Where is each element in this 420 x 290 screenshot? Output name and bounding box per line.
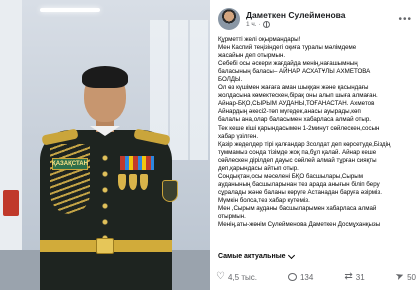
post-text-line: туммамыз сонда тізімде жоқ па,бұл қалай.… [218, 148, 377, 156]
post-text-line: Мүмкін болса,тез хабар кутеміз. [218, 196, 310, 204]
share-count: 31 [355, 272, 365, 282]
comment-count: 134 [299, 272, 314, 282]
comment-button[interactable]: 134 [287, 272, 314, 282]
post-text-line: Мен ,Сырым ауданы басшыларымен хабарласа… [218, 204, 377, 212]
globe-icon [262, 20, 270, 28]
wall [0, 0, 22, 290]
ceiling-light [40, 8, 100, 12]
comments-sort-dropdown[interactable]: Самые актуальные [218, 251, 295, 260]
send-button[interactable]: ➤ 50 [393, 269, 416, 284]
post-text-line: отырмын. [218, 213, 246, 221]
soldier-figure: ҚАЗАҚСТАН [22, 40, 192, 290]
sleeve-badge [162, 180, 178, 202]
ribbon-bar [120, 156, 154, 170]
post-actions: ♡ 4,5 тыс. 134 ⇄ 31 ➤ 50 [216, 268, 416, 286]
post-header: Даметкен Сулейменова 1 ч. · ••• [218, 6, 412, 32]
post-text-line: жасайын деп отырмын. [218, 52, 286, 60]
share-button[interactable]: ⇄ 31 [344, 272, 364, 282]
chevron-down-icon [287, 251, 295, 259]
post-meta: 1 ч. · [246, 20, 398, 29]
post-text-line: Ол өз күшімен жағаға аман шыққан және қа… [218, 84, 369, 92]
fire-extinguisher [3, 190, 19, 216]
separator-dot: · [258, 20, 261, 28]
medals [118, 174, 158, 192]
post-text-line: Қазір жеделдер тірі қалғандар 3солдат де… [218, 140, 391, 148]
post-text-line: сөйлескен дірілдеп дауыс сөйлей алмай тұ… [218, 156, 377, 164]
post-text-line: Мен Каспий теңізіндегі оқиға туралы мәлі… [218, 44, 357, 52]
author-block: Даметкен Сулейменова 1 ч. · [246, 10, 398, 29]
post-text-line: жолдасына көмектескен,бірақ оны алып шығ… [218, 92, 378, 100]
belt-buckle [96, 238, 114, 254]
post-text-line: ауданының басшыларынан тез арада анығын … [218, 180, 380, 188]
post-text-line: Құрметті желі оқырмандары! [218, 36, 301, 43]
send-count: 50 [407, 272, 416, 282]
more-icon[interactable]: ••• [398, 14, 412, 25]
medal [140, 174, 148, 190]
post-text-line: хабар үзілген. [218, 132, 259, 140]
post-panel: Даметкен Сулейменова 1 ч. · ••• Құрметті… [212, 0, 420, 290]
post-text-line: баласының баласы– АЙНАР АСХАТҰЛЫ АХМЕТОВ… [218, 68, 371, 76]
post-text: Құрметті желі оқырмандары! Мен Каспий тең… [218, 36, 412, 229]
jacket-buttons [102, 150, 108, 240]
send-icon: ➤ [393, 269, 406, 284]
hair [82, 66, 128, 88]
like-count: 4,5 тыс. [227, 272, 257, 282]
avatar[interactable] [218, 8, 240, 30]
post-photo[interactable]: ҚАЗАҚСТАН [0, 0, 210, 290]
post-text-line: сұралады және баланы көрүге Астанадан ба… [218, 188, 382, 196]
name-patch-text: ҚАЗАҚСТАН [52, 161, 88, 167]
post-text-line: деп,қарындасы айтып отыр. [218, 164, 299, 172]
comments-sort-label: Самые актуальные [218, 253, 286, 260]
post-text-line: Айнардың әкесі2-төп мүгедек,анасы ауырад… [218, 108, 361, 116]
heart-icon: ♡ [216, 271, 225, 282]
post-text-line: Себебі осы әскери жағдайда менің,нағашым… [218, 60, 358, 68]
post-text-line: БОЛДЫ. [218, 76, 243, 84]
post-text-line: Сондықтан,осы мәселені БҚО басшылары,Сыр… [218, 172, 363, 180]
comment-icon [287, 273, 297, 281]
medal [118, 174, 126, 190]
medal [129, 174, 137, 190]
share-icon: ⇄ [344, 271, 353, 282]
post-time[interactable]: 1 ч. [246, 20, 257, 29]
aiguillette-cord [50, 144, 90, 214]
post-text-line: балалы ана,олар баласымен хабарласа алма… [218, 116, 371, 124]
like-button[interactable]: ♡ 4,5 тыс. [216, 272, 257, 282]
post-text-line: Менің,аты-жөнім Сулейменова Даметкен Дос… [218, 221, 381, 229]
post-text-line: Тек кеше кіші қарындасымен 1-2минут сөйл… [218, 124, 380, 132]
post-text-line: Айнар-БҚО,СЫРЫМ АУДАНЫ,ТОҒАНАСТАН. Ахмет… [218, 100, 375, 108]
author-name[interactable]: Даметкен Сулейменова [246, 10, 398, 20]
